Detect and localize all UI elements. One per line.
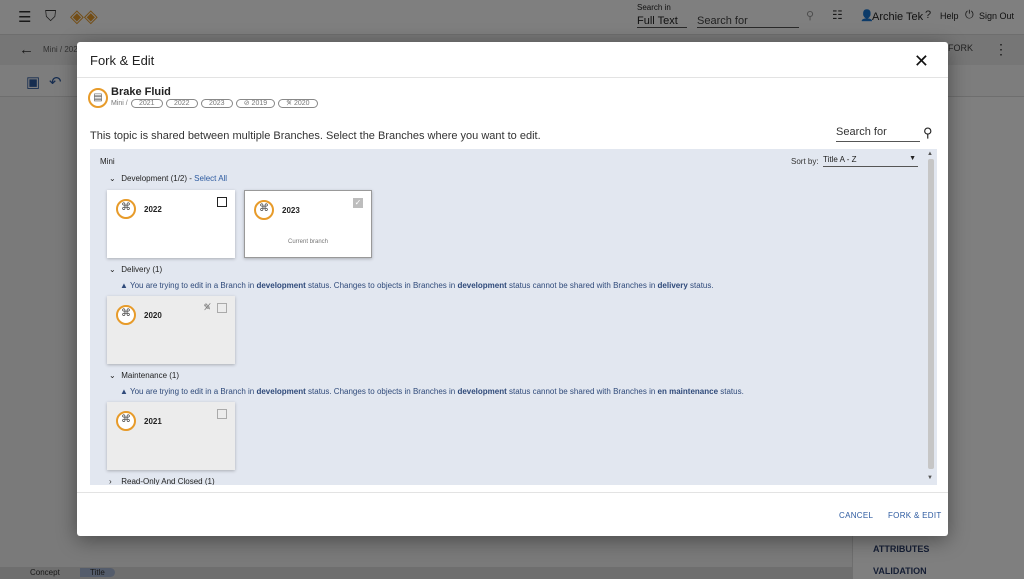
warning-text: status cannot be shared with Branches in	[506, 387, 658, 396]
warning-text: status.	[718, 387, 744, 396]
status-target: en maintenance	[657, 387, 719, 396]
topic-path-root: Mini /	[111, 100, 128, 107]
group-title: Read-Only And Closed (1)	[121, 477, 215, 485]
chip-label: 2019	[251, 100, 268, 107]
chevron-down-icon: ⌄	[109, 371, 116, 380]
status-dev: development	[457, 387, 507, 396]
warning-text: You are trying to edit in a Branch in	[130, 387, 257, 396]
branch-card-2020: 2020 ✎̸	[107, 296, 235, 364]
branch-logo-icon	[116, 199, 136, 219]
branch-name: 2023	[282, 206, 300, 215]
group-title: Delivery (1)	[121, 265, 163, 274]
group-delivery[interactable]: ⌄ Delivery (1)	[109, 265, 162, 274]
branch-chip: ⊘ 2019	[235, 99, 276, 108]
instruction-text: This topic is shared between multiple Br…	[90, 130, 541, 142]
branches-panel: Mini Sort by: Title A - Z ▼ ⌄ Developmen…	[90, 149, 937, 485]
warning-icon: ▲	[120, 387, 130, 396]
warning-text: status.	[687, 281, 714, 290]
status-dev: development	[457, 281, 507, 290]
branch-name: 2020	[144, 311, 162, 320]
status-target: delivery	[657, 281, 688, 290]
topic-path: Mini / 2021 2022 2023 ⊘ 2019 ✎̸ 2020	[111, 99, 318, 108]
select-all-link[interactable]: Select All	[194, 174, 227, 183]
caret-down-icon: ▼	[909, 155, 916, 162]
sort-select[interactable]: Title A - Z ▼	[823, 155, 918, 167]
branch-card-2022[interactable]: 2022	[107, 190, 235, 258]
branch-checkbox	[217, 409, 227, 419]
status-dev: development	[256, 387, 306, 396]
blocked-icon: ⊘	[243, 100, 252, 107]
current-branch-label: Current branch	[287, 239, 329, 245]
check-icon: ✓	[353, 198, 363, 208]
branch-chip: ✎̸ 2020	[278, 99, 318, 108]
no-edit-icon: ✎̸	[286, 100, 294, 107]
group-title: Development (1/2)	[121, 174, 188, 183]
scroll-up-icon[interactable]: ▲	[927, 151, 933, 157]
cancel-button[interactable]: CANCEL	[839, 511, 873, 520]
branch-chip: 2022	[165, 99, 198, 108]
search-icon[interactable]: ⚲	[923, 125, 933, 141]
chevron-down-icon: ⌄	[109, 265, 116, 274]
topic-icon: ▤	[88, 88, 108, 108]
sort-value: Title A - Z	[823, 155, 857, 164]
group-development[interactable]: ⌄ Development (1/2) - Select All	[109, 174, 227, 183]
sort-label: Sort by:	[791, 157, 819, 166]
warning-text: You are trying to edit in a Branch in	[130, 281, 257, 290]
branch-chip: 2021	[130, 99, 163, 108]
chevron-right-icon: ›	[109, 477, 112, 485]
status-dev: development	[256, 281, 306, 290]
no-edit-icon: ✎̸	[203, 302, 211, 312]
branch-checkbox[interactable]	[217, 197, 227, 207]
branch-name: 2022	[144, 205, 162, 214]
branch-name: 2021	[144, 417, 162, 426]
warning-icon: ▲	[120, 281, 130, 290]
group-maintenance[interactable]: ⌄ Maintenance (1)	[109, 371, 179, 380]
branch-card-2021: 2021	[107, 402, 235, 470]
dialog-title: Fork & Edit	[90, 53, 155, 68]
warning-text: status. Changes to objects in Branches i…	[305, 281, 458, 290]
branch-logo-icon	[116, 305, 136, 325]
branch-checkbox	[217, 303, 227, 313]
dialog-footer: CANCEL FORK & EDIT	[77, 492, 948, 536]
warning-text: status. Changes to objects in Branches i…	[305, 387, 458, 396]
fork-edit-dialog: Fork & Edit ✕ ▤ Brake Fluid Mini / 2021 …	[77, 42, 948, 536]
scroll-down-icon[interactable]: ▼	[927, 475, 933, 481]
branch-chip: 2023	[200, 99, 233, 108]
maintenance-warning: ▲ You are trying to edit in a Branch in …	[120, 387, 744, 396]
scrollbar-thumb[interactable]	[928, 159, 934, 469]
branch-search-input[interactable]: Search for	[836, 126, 920, 142]
scrollbar[interactable]: ▲ ▼	[927, 151, 935, 481]
branch-logo-icon	[254, 200, 274, 220]
delivery-warning: ▲ You are trying to edit in a Branch in …	[120, 281, 714, 290]
chevron-down-icon: ⌄	[109, 174, 116, 183]
chip-label: 2020	[293, 100, 310, 107]
close-icon[interactable]: ✕	[914, 51, 929, 72]
branch-card-2023[interactable]: 2023 ✓ Current branch	[244, 190, 372, 258]
branch-logo-icon	[116, 411, 136, 431]
root-label: Mini	[100, 157, 115, 166]
topic-title: Brake Fluid	[111, 86, 171, 98]
dialog-header: Fork & Edit ✕	[77, 42, 948, 78]
warning-text: status cannot be shared with Branches in	[506, 281, 658, 290]
group-title: Maintenance (1)	[121, 371, 180, 380]
fork-edit-button[interactable]: FORK & EDIT	[888, 511, 942, 520]
group-read-only[interactable]: › Read-Only And Closed (1)	[109, 477, 215, 485]
